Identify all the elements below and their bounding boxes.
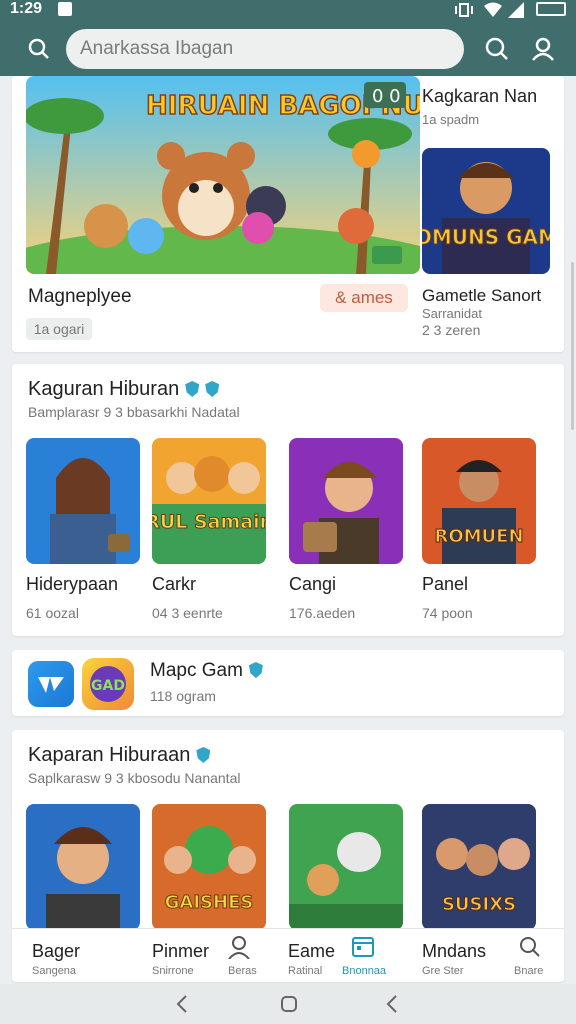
- game-thumbnail: ROMUEN: [422, 438, 536, 564]
- app-icon[interactable]: [28, 661, 74, 707]
- section-title-text: Kaparan Hiburaan: [28, 744, 191, 766]
- game-thumbnail: [289, 438, 403, 564]
- game-tile[interactable]: GAISHES: [152, 804, 266, 930]
- game-thumbnail: GAISHES: [152, 804, 266, 930]
- nav-sublabel: Sangena: [32, 965, 77, 977]
- account-icon[interactable]: [530, 36, 556, 62]
- notification-icon: [58, 2, 72, 16]
- status-time: 1:29: [10, 0, 43, 17]
- mini-app-row[interactable]: GAD Mapc Gam 118 ogram: [12, 650, 564, 716]
- nav-label: Bager: [32, 941, 81, 961]
- game-size: 74 poon: [422, 605, 473, 621]
- battery-icon: [536, 2, 566, 16]
- game-size: 176.aeden: [289, 605, 356, 621]
- search-icon[interactable]: [484, 36, 510, 62]
- game-tile[interactable]: Hiderypaan 61 oozal: [26, 438, 140, 621]
- app-header: 1:29 Anarkassa Ibagan: [0, 0, 576, 76]
- nav-item-bager[interactable]: Bager Sangena: [12, 929, 122, 981]
- game-name: Carkr: [152, 574, 196, 594]
- game-thumbnail: [26, 804, 140, 930]
- scrollbar[interactable]: [571, 262, 574, 430]
- featured-title: Magneplyee: [28, 286, 132, 307]
- thumb-text: GAISHES: [165, 892, 254, 913]
- thumb-text: ROMUEN: [434, 526, 523, 547]
- game-tile[interactable]: ROMUEN Panel 74 poon: [422, 438, 536, 621]
- nav-sublabel: Ratinal: [288, 965, 323, 977]
- nav-item-active[interactable]: Bnonnaa: [322, 929, 402, 981]
- game-tile[interactable]: [289, 804, 403, 930]
- game-name: Hiderypaan: [26, 574, 119, 594]
- signal-icon: [508, 2, 524, 18]
- side-subtitle: 1a spadm: [422, 112, 480, 127]
- banner-badge: 0 0: [372, 86, 401, 107]
- game-tile[interactable]: PRUL Samaing Carkr 04 3 eenrte: [152, 438, 266, 621]
- nav-sublabel: Bnare: [514, 965, 544, 977]
- game-name: Panel: [422, 574, 469, 594]
- nav-item-search[interactable]: Bnare: [494, 929, 564, 981]
- nav-sublabel: Gre Ster: [422, 965, 464, 977]
- shield-icon: [248, 662, 263, 678]
- featured-banner[interactable]: HIRUAIN BAGOPNUAS 0 0: [26, 76, 420, 274]
- game-size: 61 oozal: [26, 605, 79, 621]
- game-name: Cangi: [289, 574, 337, 594]
- side-thumbnail[interactable]: SOMUNS GAME: [422, 148, 550, 274]
- section-title: Kaguran Hiburan: [28, 378, 220, 401]
- strip-title: Mapc Gam: [150, 660, 263, 682]
- status-bar: 1:29: [0, 0, 576, 22]
- back-icon[interactable]: [174, 994, 190, 1019]
- strip-subtitle: 118 ogram: [150, 688, 216, 704]
- section-title: Kaparan Hiburaan: [28, 744, 211, 767]
- wifi-icon: [484, 2, 502, 18]
- search-input[interactable]: Anarkassa Ibagan: [66, 29, 464, 69]
- game-thumbnail: SUSIXS: [422, 804, 536, 930]
- bottom-navigation: Bager Sangena Pinmer Snirrone Beras Eame…: [12, 928, 564, 980]
- person-icon: [228, 935, 250, 964]
- game-thumbnail: [26, 438, 140, 564]
- section-card-1: Kaguran Hiburan Bamplarasr 9 3 bbasarkhi…: [12, 364, 564, 636]
- calendar-icon: [352, 935, 374, 962]
- shield-icon: [196, 747, 211, 763]
- thumb-text: SUSIXS: [442, 894, 516, 915]
- section-subtitle: Bamplarasr 9 3 bbasarkhi Nadatal: [28, 404, 240, 420]
- nav-sublabel: Beras: [228, 965, 257, 977]
- featured-size: 1a ogari: [26, 318, 92, 340]
- section-title-text: Kaguran Hiburan: [28, 378, 180, 400]
- recents-icon[interactable]: [384, 994, 400, 1019]
- side-subtitle-3: 2 3 zeren: [422, 322, 481, 338]
- side-title-2: Gametle Sanort: [422, 286, 542, 305]
- game-size: 04 3 eenrte: [152, 605, 223, 621]
- app-icon-text: GAD: [91, 678, 125, 694]
- game-thumbnail: PRUL Samaing: [152, 438, 266, 564]
- game-thumbnail: [289, 804, 403, 930]
- strip-title-text: Mapc Gam: [150, 660, 243, 681]
- thumb-text: PRUL Samaing: [152, 511, 266, 533]
- game-tile[interactable]: SUSIXS: [422, 804, 536, 930]
- side-thumb-text: SOMUNS GAME: [422, 225, 550, 249]
- featured-card: HIRUAIN BAGOPNUAS 0 0 Magneplyee & ames …: [12, 76, 564, 352]
- side-subtitle-2: Sarranidat: [422, 306, 482, 321]
- shield-icon: [185, 381, 200, 397]
- vibrate-icon: [454, 2, 474, 18]
- side-title: Kagkaran Nan: [422, 86, 538, 106]
- game-tile[interactable]: [26, 804, 140, 930]
- nav-label: Mndans: [422, 941, 487, 961]
- game-tile[interactable]: Cangi 176.aeden: [289, 438, 403, 621]
- category-chip[interactable]: & ames: [320, 284, 408, 312]
- nav-sublabel: Snirrone: [152, 965, 194, 977]
- search-icon: [518, 935, 542, 964]
- app-icon[interactable]: GAD: [82, 658, 134, 710]
- system-navigation: [0, 984, 576, 1024]
- home-icon[interactable]: [280, 995, 298, 1018]
- search-icon[interactable]: [26, 36, 52, 62]
- shield-icon: [205, 381, 220, 397]
- section-subtitle: Saplkarasw 9 3 kbosodu Nanantal: [28, 770, 241, 786]
- search-row: Anarkassa Ibagan: [0, 26, 576, 72]
- nav-sublabel: Bnonnaa: [342, 965, 387, 977]
- nav-label: Pinmer: [152, 941, 210, 961]
